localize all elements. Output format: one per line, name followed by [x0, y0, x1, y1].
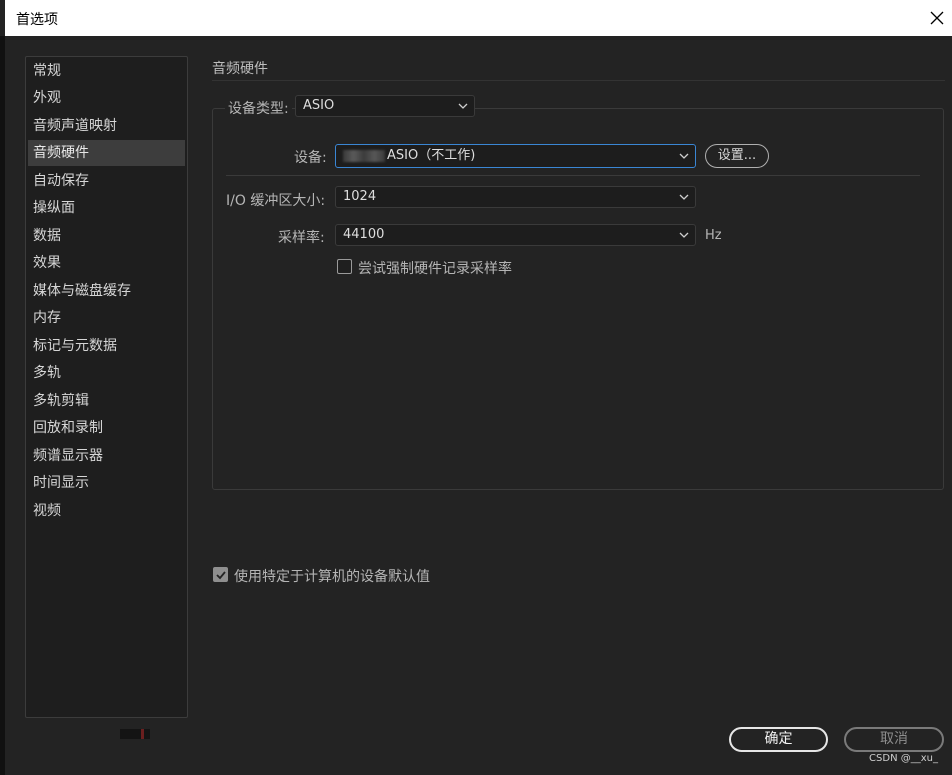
chevron-down-icon	[458, 103, 468, 109]
machine-default-checkbox[interactable]	[213, 567, 228, 582]
settings-button[interactable]: 设置...	[705, 144, 769, 168]
buffer-size-select[interactable]: 1024	[335, 186, 696, 208]
redacted-device-name	[343, 149, 385, 162]
sidebar-item-effects[interactable]: 效果	[28, 250, 185, 276]
device-select[interactable]: ASIO（不工作)	[335, 144, 696, 168]
force-rate-checkbox[interactable]	[337, 259, 352, 274]
sidebar-item-general[interactable]: 常规	[28, 58, 185, 84]
sidebar-item-media-disk-cache[interactable]: 媒体与磁盘缓存	[28, 278, 185, 304]
sidebar-item-spectral-display[interactable]: 频谱显示器	[28, 443, 185, 469]
sidebar-item-auto-save[interactable]: 自动保存	[28, 168, 185, 194]
sidebar-item-multitrack-clips[interactable]: 多轨剪辑	[28, 388, 185, 414]
ok-button[interactable]: 确定	[729, 727, 828, 752]
sample-rate-label: 采样率:	[278, 230, 325, 246]
category-list: 常规 外观 音频声道映射 音频硬件 自动保存 操纵面 数据 效果 媒体与磁盘缓存…	[25, 56, 188, 718]
sidebar-item-time-display[interactable]: 时间显示	[28, 470, 185, 496]
buffer-size-value: 1024	[343, 189, 377, 204]
sidebar-item-video[interactable]: 视频	[28, 498, 185, 524]
sidebar-item-data[interactable]: 数据	[28, 223, 185, 249]
sidebar-item-multitrack[interactable]: 多轨	[28, 360, 185, 386]
chevron-down-icon	[679, 194, 689, 200]
sample-rate-value: 44100	[343, 227, 385, 242]
background-app-strip	[120, 729, 150, 739]
sidebar-item-appearance[interactable]: 外观	[28, 85, 185, 111]
chevron-down-icon	[679, 153, 689, 159]
sidebar-item-audio-hardware[interactable]: 音频硬件	[28, 140, 185, 166]
checkmark-icon	[216, 571, 226, 580]
title-bar: 首选项	[5, 0, 952, 36]
device-type-value: ASIO	[303, 98, 335, 113]
buffer-size-label: I/O 缓冲区大小:	[226, 193, 326, 209]
sidebar-item-audio-channel-mapping[interactable]: 音频声道映射	[28, 113, 185, 139]
watermark: CSDN @__xu_	[869, 753, 938, 764]
device-type-select[interactable]: ASIO	[295, 95, 475, 117]
device-value: ASIO（不工作)	[387, 148, 476, 163]
device-divider	[226, 175, 920, 176]
panel-title: 音频硬件	[212, 61, 268, 77]
force-rate-label: 尝试强制硬件记录采样率	[358, 261, 512, 277]
device-label: 设备:	[294, 150, 327, 166]
machine-default-label: 使用特定于计算机的设备默认值	[234, 569, 430, 585]
sample-rate-select[interactable]: 44100	[335, 224, 696, 246]
dialog-body: 常规 外观 音频声道映射 音频硬件 自动保存 操纵面 数据 效果 媒体与磁盘缓存…	[5, 36, 952, 775]
close-icon[interactable]	[922, 0, 952, 36]
device-type-label: 设备类型:	[225, 98, 292, 118]
chevron-down-icon	[679, 232, 689, 238]
sidebar-item-playback-recording[interactable]: 回放和录制	[28, 415, 185, 441]
sidebar-item-markers-metadata[interactable]: 标记与元数据	[28, 333, 185, 359]
sidebar-item-memory[interactable]: 内存	[28, 305, 185, 331]
sidebar-item-control-surface[interactable]: 操纵面	[28, 195, 185, 221]
background-app-marker	[141, 729, 144, 739]
window-title: 首选项	[16, 12, 58, 28]
sample-rate-unit: Hz	[705, 228, 722, 243]
preferences-window: 首选项 常规 外观 音频声道映射 音频硬件 自动保存 操纵面 数据 效果 媒体与…	[0, 0, 952, 775]
title-divider	[212, 80, 945, 81]
cancel-button[interactable]: 取消	[844, 727, 944, 752]
